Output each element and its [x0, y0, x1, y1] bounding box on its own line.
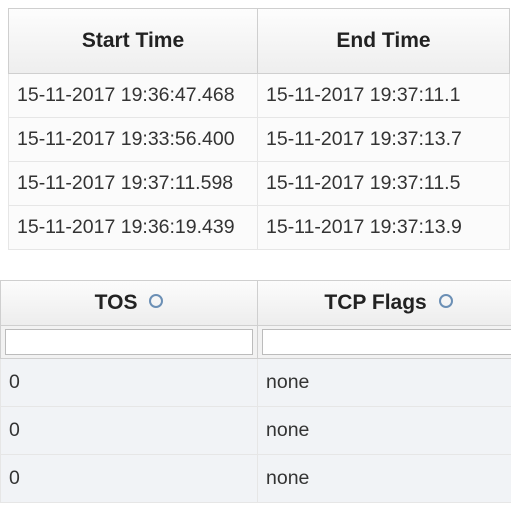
cell-start-time: 15-11-2017 19:33:56.400: [8, 118, 258, 162]
cell-end-time: 15-11-2017 19:37:13.7: [258, 118, 510, 162]
header-end-time-label: End Time: [336, 29, 430, 52]
cell-tcp-flags: none: [258, 407, 511, 455]
cell-start-time: 15-11-2017 19:36:19.439: [8, 206, 258, 250]
header-tcp-flags[interactable]: TCP Flags: [258, 280, 511, 326]
cell-start-time: 15-11-2017 19:37:11.598: [8, 162, 258, 206]
flags-table: TOS TCP Flags 0 none 0 none 0 none: [0, 280, 511, 503]
time-table: Start Time End Time 15-11-2017 19:36:47.…: [8, 8, 510, 250]
filter-tos-input[interactable]: [5, 329, 253, 355]
header-end-time[interactable]: End Time: [258, 8, 510, 74]
cell-end-time: 15-11-2017 19:37:11.5: [258, 162, 510, 206]
cell-start-time: 15-11-2017 19:36:47.468: [8, 74, 258, 118]
header-start-time-label: Start Time: [82, 29, 184, 52]
cell-tos: 0: [0, 359, 258, 407]
table-row[interactable]: 15-11-2017 19:37:11.598 15-11-2017 19:37…: [8, 162, 510, 206]
cell-end-time: 15-11-2017 19:37:11.1: [258, 74, 510, 118]
table-row[interactable]: 0 none: [0, 359, 511, 407]
sort-icon[interactable]: [149, 294, 163, 308]
header-tos-label: TOS: [95, 291, 138, 314]
cell-tos: 0: [0, 407, 258, 455]
header-tos[interactable]: TOS: [0, 280, 258, 326]
table-row[interactable]: 15-11-2017 19:36:19.439 15-11-2017 19:37…: [8, 206, 510, 250]
table-row[interactable]: 0 none: [0, 455, 511, 503]
cell-tos: 0: [0, 455, 258, 503]
header-tcp-flags-label: TCP Flags: [324, 291, 426, 314]
cell-end-time: 15-11-2017 19:37:13.9: [258, 206, 510, 250]
cell-tcp-flags: none: [258, 359, 511, 407]
cell-tcp-flags: none: [258, 455, 511, 503]
table-row[interactable]: 15-11-2017 19:36:47.468 15-11-2017 19:37…: [8, 74, 510, 118]
table-row[interactable]: 15-11-2017 19:33:56.400 15-11-2017 19:37…: [8, 118, 510, 162]
filter-tcp-flags-input[interactable]: [262, 329, 511, 355]
filter-row: [0, 326, 511, 359]
sort-icon[interactable]: [439, 294, 453, 308]
header-start-time[interactable]: Start Time: [8, 8, 258, 74]
table-row[interactable]: 0 none: [0, 407, 511, 455]
